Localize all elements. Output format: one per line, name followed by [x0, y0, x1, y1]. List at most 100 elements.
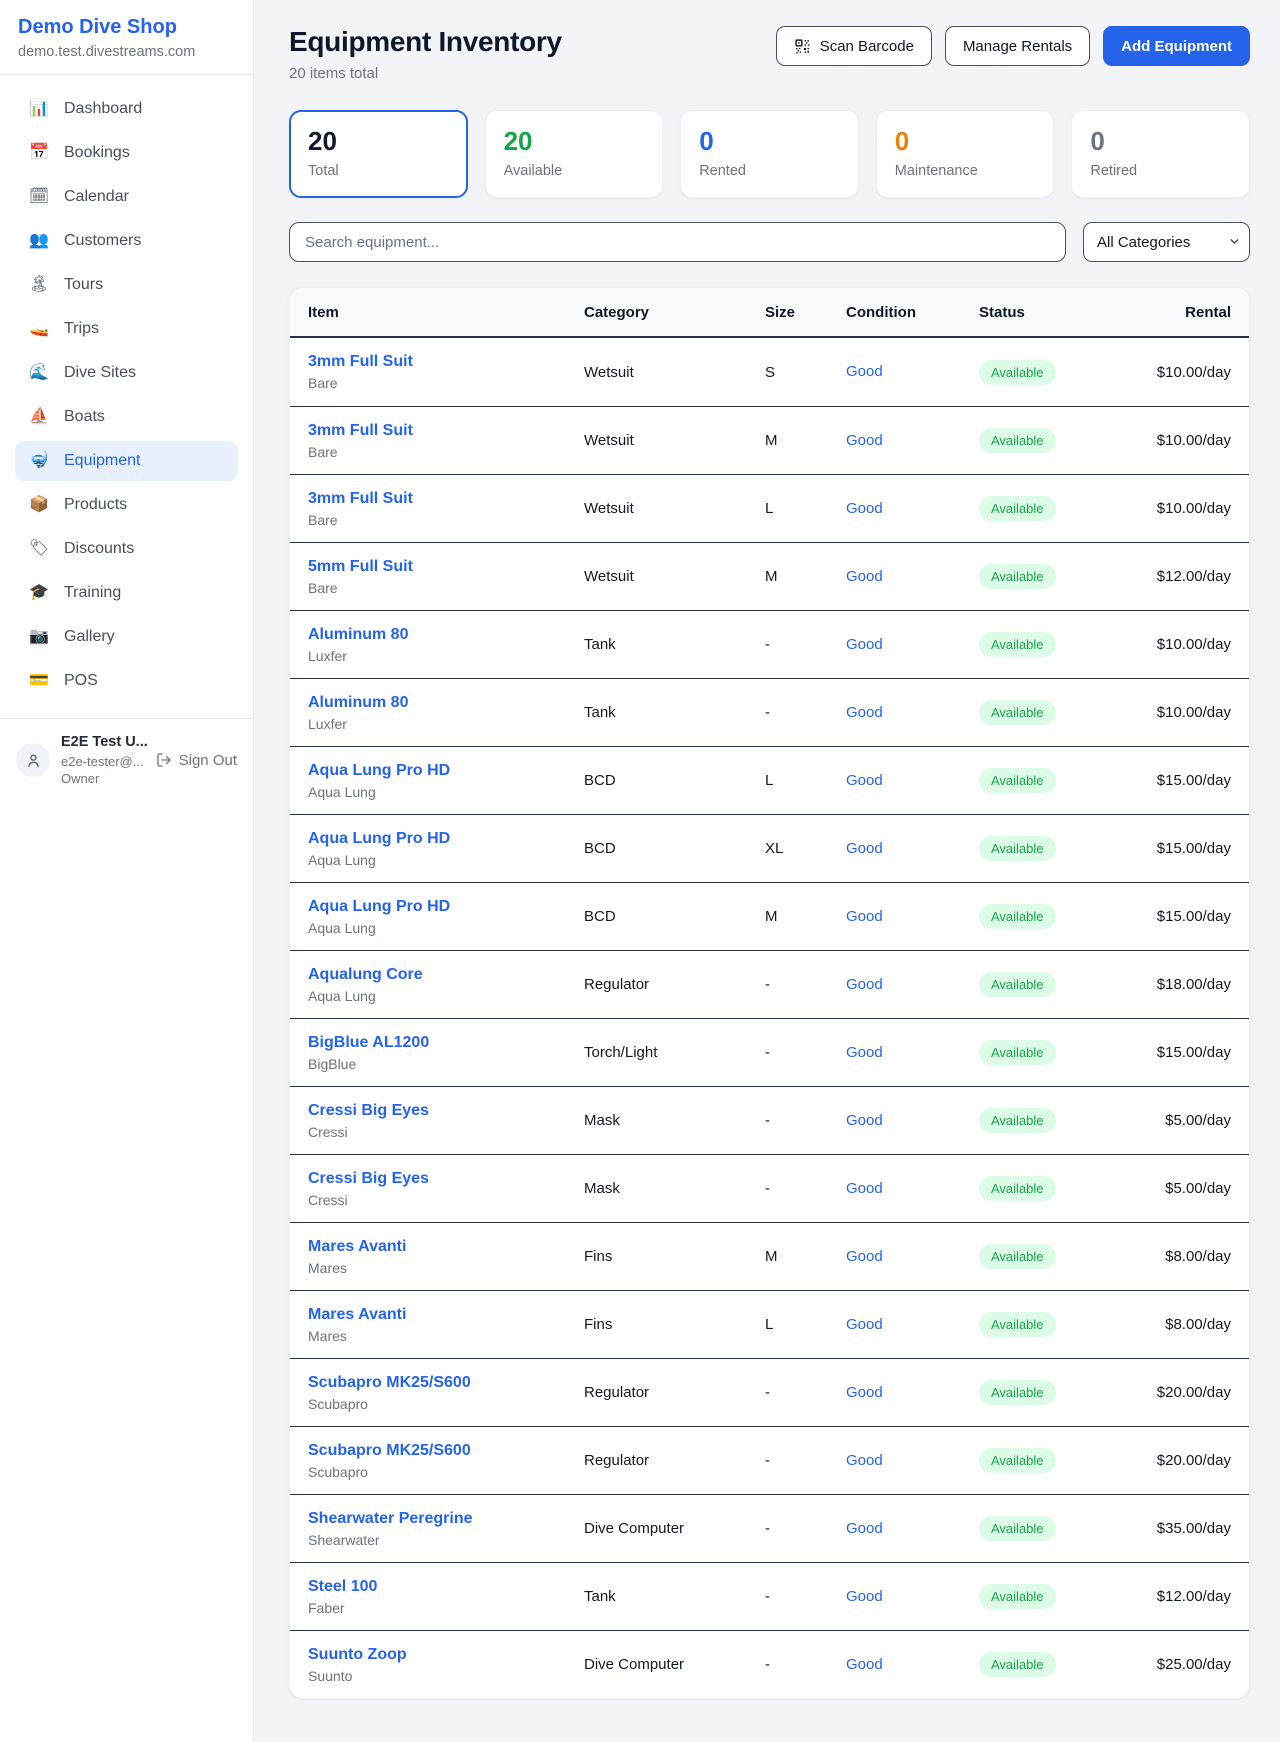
- item-rental: $15.00/day: [1145, 772, 1231, 789]
- category-filter[interactable]: All Categories: [1083, 222, 1250, 262]
- item-brand: BigBlue: [308, 1056, 584, 1072]
- add-equipment-button[interactable]: Add Equipment: [1103, 26, 1250, 66]
- scan-barcode-button[interactable]: Scan Barcode: [776, 26, 932, 66]
- stat-label: Total: [308, 163, 449, 179]
- camera-icon: 📷: [28, 629, 50, 645]
- wave-icon: 🌊: [28, 365, 50, 381]
- condition-link[interactable]: Good: [846, 1112, 883, 1129]
- stat-card-rented[interactable]: 0 Rented: [680, 110, 859, 198]
- manage-rentals-button[interactable]: Manage Rentals: [945, 26, 1090, 66]
- sidebar-item-dashboard[interactable]: 📊 Dashboard: [15, 89, 238, 129]
- sidebar-item-customers[interactable]: 👥 Customers: [15, 221, 238, 261]
- sidebar-item-calendar[interactable]: 🗓 Calendar: [15, 177, 238, 217]
- condition-link[interactable]: Good: [846, 1520, 883, 1537]
- item-name-link[interactable]: 5mm Full Suit: [308, 558, 413, 575]
- scan-barcode-label: Scan Barcode: [820, 38, 914, 55]
- condition-link[interactable]: Good: [846, 704, 883, 721]
- item-name-link[interactable]: 3mm Full Suit: [308, 353, 413, 370]
- item-name-link[interactable]: Cressi Big Eyes: [308, 1102, 429, 1119]
- sidebar-item-trips[interactable]: 🚤 Trips: [15, 309, 238, 349]
- item-name-link[interactable]: Scubapro MK25/S600: [308, 1442, 471, 1459]
- condition-link[interactable]: Good: [846, 1588, 883, 1605]
- stat-card-available[interactable]: 20 Available: [485, 110, 664, 198]
- item-brand: Aqua Lung: [308, 988, 584, 1004]
- item-size: -: [765, 1384, 846, 1401]
- user-name: E2E Test U...: [61, 733, 145, 753]
- item-cell: 5mm Full Suit Bare: [308, 558, 584, 596]
- item-name-link[interactable]: Cressi Big Eyes: [308, 1170, 429, 1187]
- item-brand: Bare: [308, 512, 584, 528]
- condition-link[interactable]: Good: [846, 363, 883, 380]
- item-cell: Cressi Big Eyes Cressi: [308, 1170, 584, 1208]
- item-name-link[interactable]: Aqua Lung Pro HD: [308, 762, 450, 779]
- item-name-link[interactable]: Aluminum 80: [308, 694, 408, 711]
- condition-link[interactable]: Good: [846, 432, 883, 449]
- item-rental: $20.00/day: [1145, 1452, 1231, 1469]
- item-category: BCD: [584, 908, 765, 925]
- sign-out-icon: [156, 752, 172, 768]
- sign-out-button[interactable]: Sign Out: [156, 752, 237, 769]
- status-badge: Available: [979, 632, 1056, 657]
- search-input[interactable]: [289, 222, 1066, 262]
- item-size: XL: [765, 840, 846, 857]
- item-category: Regulator: [584, 976, 765, 993]
- sidebar-item-dive-sites[interactable]: 🌊 Dive Sites: [15, 353, 238, 393]
- sidebar-item-discounts[interactable]: 🏷 Discounts: [15, 529, 238, 569]
- stat-card-retired[interactable]: 0 Retired: [1071, 110, 1250, 198]
- item-name-link[interactable]: Aluminum 80: [308, 626, 408, 643]
- condition-link[interactable]: Good: [846, 500, 883, 517]
- sidebar-item-gallery[interactable]: 📷 Gallery: [15, 617, 238, 657]
- condition-link[interactable]: Good: [846, 568, 883, 585]
- calendar-date-icon: 📅: [28, 145, 50, 161]
- item-name-link[interactable]: Aqua Lung Pro HD: [308, 898, 450, 915]
- item-rental: $8.00/day: [1145, 1316, 1231, 1333]
- status-badge: Available: [979, 836, 1056, 861]
- sidebar-item-tours[interactable]: 🏝 Tours: [15, 265, 238, 305]
- item-name-link[interactable]: Mares Avanti: [308, 1238, 406, 1255]
- stat-value: 20: [308, 126, 449, 157]
- condition-link[interactable]: Good: [846, 976, 883, 993]
- table-row: 3mm Full Suit Bare Wetsuit L Good Availa…: [290, 474, 1249, 542]
- sidebar-item-training[interactable]: 🎓 Training: [15, 573, 238, 613]
- sidebar-item-bookings[interactable]: 📅 Bookings: [15, 133, 238, 173]
- condition-link[interactable]: Good: [846, 1248, 883, 1265]
- sidebar-item-pos[interactable]: 💳 POS: [15, 661, 238, 701]
- status-badge: Available: [979, 1108, 1056, 1133]
- col-header-status: Status: [979, 304, 1145, 321]
- sidebar-item-products[interactable]: 📦 Products: [15, 485, 238, 525]
- item-name-link[interactable]: BigBlue AL1200: [308, 1034, 429, 1051]
- item-name-link[interactable]: 3mm Full Suit: [308, 422, 413, 439]
- item-name-link[interactable]: Suunto Zoop: [308, 1646, 407, 1663]
- condition-link[interactable]: Good: [846, 1452, 883, 1469]
- stat-value: 20: [504, 126, 645, 157]
- condition-link[interactable]: Good: [846, 636, 883, 653]
- item-name-link[interactable]: Shearwater Peregrine: [308, 1510, 473, 1527]
- stat-card-maintenance[interactable]: 0 Maintenance: [876, 110, 1055, 198]
- item-name-link[interactable]: Scubapro MK25/S600: [308, 1374, 471, 1391]
- item-cell: Aqua Lung Pro HD Aqua Lung: [308, 830, 584, 868]
- item-name-link[interactable]: Mares Avanti: [308, 1306, 406, 1323]
- condition-link[interactable]: Good: [846, 1044, 883, 1061]
- col-header-item: Item: [308, 304, 584, 321]
- condition-link[interactable]: Good: [846, 1316, 883, 1333]
- item-name-link[interactable]: Aqua Lung Pro HD: [308, 830, 450, 847]
- stat-card-total[interactable]: 20 Total: [289, 110, 468, 198]
- brand-name[interactable]: Demo Dive Shop: [18, 16, 235, 39]
- item-category: Wetsuit: [584, 432, 765, 449]
- condition-link[interactable]: Good: [846, 1656, 883, 1673]
- status-badge: Available: [979, 428, 1056, 453]
- item-name-link[interactable]: Aqualung Core: [308, 966, 423, 983]
- condition-link[interactable]: Good: [846, 772, 883, 789]
- sidebar-item-equipment[interactable]: 🤿 Equipment: [15, 441, 238, 481]
- condition-link[interactable]: Good: [846, 908, 883, 925]
- condition-link[interactable]: Good: [846, 1180, 883, 1197]
- category-select-wrap: All Categories: [1083, 222, 1250, 262]
- item-name-link[interactable]: 3mm Full Suit: [308, 490, 413, 507]
- item-name-link[interactable]: Steel 100: [308, 1578, 377, 1595]
- table-row: Steel 100 Faber Tank - Good Available $1…: [290, 1562, 1249, 1630]
- sidebar-item-boats[interactable]: ⛵ Boats: [15, 397, 238, 437]
- table-row: Aqua Lung Pro HD Aqua Lung BCD M Good Av…: [290, 882, 1249, 950]
- condition-link[interactable]: Good: [846, 1384, 883, 1401]
- item-rental: $35.00/day: [1145, 1520, 1231, 1537]
- condition-link[interactable]: Good: [846, 840, 883, 857]
